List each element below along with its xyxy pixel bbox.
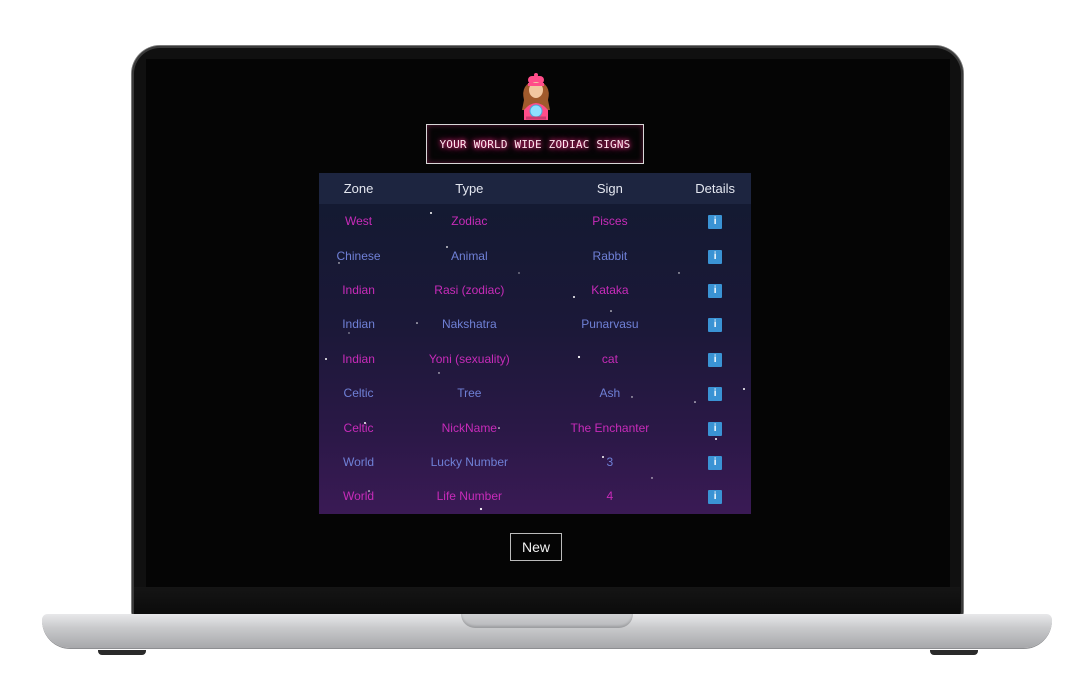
table-row: Celtic Tree Ash i <box>319 376 751 410</box>
cell-type: Lucky Number <box>430 454 508 469</box>
new-button[interactable]: New <box>510 533 562 561</box>
cell-details: i <box>679 307 751 341</box>
table-row: Chinese Animal Rabbit i <box>319 238 751 272</box>
table-row: Indian Nakshatra Punarvasu i <box>319 307 751 341</box>
cell-zone: West <box>344 214 373 229</box>
cell-sign: cat <box>601 351 618 366</box>
cell-details: i <box>679 342 751 376</box>
cell-details: i <box>679 376 751 410</box>
cell-sign: 4 <box>606 489 614 504</box>
zodiac-table-panel: Zone Type Sign Details West Zodiac Pisce… <box>319 173 751 514</box>
info-icon[interactable]: i <box>708 455 723 470</box>
cell-sign: Pisces <box>592 214 628 229</box>
cell-zone: Chinese <box>336 248 381 263</box>
cell-sign: Ash <box>599 386 621 401</box>
cell-zone: Indian <box>342 351 375 366</box>
cell-details: i <box>679 479 751 513</box>
cell-type: Animal <box>450 248 488 263</box>
table-row: Celtic NickName The Enchanter i <box>319 410 751 444</box>
page-title: YOUR WORLD WIDE ZODIAC SIGNS <box>426 124 644 164</box>
cell-zone: Indian <box>342 282 375 297</box>
column-header-sign: Sign <box>596 181 623 196</box>
info-icon[interactable]: i <box>708 352 723 367</box>
cell-zone: Indian <box>342 317 375 332</box>
table-row: West Zodiac Pisces i <box>319 204 751 238</box>
info-icon[interactable]: i <box>708 283 723 298</box>
cell-details: i <box>679 238 751 272</box>
cell-sign: The Enchanter <box>570 420 650 435</box>
cell-details: i <box>679 445 751 479</box>
fortune-teller-icon <box>522 73 550 120</box>
cell-details: i <box>679 273 751 307</box>
cell-details: i <box>679 410 751 444</box>
cell-zone: Celtic <box>343 386 374 401</box>
info-icon[interactable]: i <box>708 490 723 505</box>
cell-sign: Punarvasu <box>581 317 639 332</box>
zodiac-table: Zone Type Sign Details West Zodiac Pisce… <box>319 173 751 514</box>
laptop-bezel-bottom <box>134 587 960 615</box>
column-header-zone: Zone <box>343 181 374 196</box>
cell-details: i <box>679 204 751 238</box>
table-row: Indian Rasi (zodiac) Kataka i <box>319 273 751 307</box>
cell-type: Nakshatra <box>441 317 497 332</box>
info-icon[interactable]: i <box>708 249 723 264</box>
column-header-details: Details <box>695 181 735 196</box>
table-row: World Lucky Number 3 i <box>319 445 751 479</box>
cell-sign: Rabbit <box>592 248 628 263</box>
laptop-foot-left <box>98 650 146 655</box>
cell-type: Life Number <box>436 489 502 504</box>
cell-type: Tree <box>457 386 482 401</box>
column-header-type: Type <box>455 181 484 196</box>
laptop-foot-right <box>930 650 978 655</box>
cell-sign: 3 <box>606 454 614 469</box>
cell-sign: Kataka <box>591 282 629 297</box>
cell-zone: Celtic <box>343 420 374 435</box>
laptop-notch <box>461 614 633 628</box>
info-icon[interactable]: i <box>708 387 723 402</box>
cell-type: NickName <box>441 420 497 435</box>
table-header-row: Zone Type Sign Details <box>319 173 751 204</box>
info-icon[interactable]: i <box>708 318 723 333</box>
info-icon[interactable]: i <box>708 421 723 436</box>
table-row: World Life Number 4 i <box>319 479 751 513</box>
table-row: Indian Yoni (sexuality) cat i <box>319 342 751 376</box>
cell-type: Yoni (sexuality) <box>428 351 510 366</box>
info-icon[interactable]: i <box>708 215 723 230</box>
cell-zone: World <box>342 454 375 469</box>
cell-type: Zodiac <box>451 214 488 229</box>
cell-type: Rasi (zodiac) <box>434 282 505 297</box>
cell-zone: World <box>342 489 375 504</box>
